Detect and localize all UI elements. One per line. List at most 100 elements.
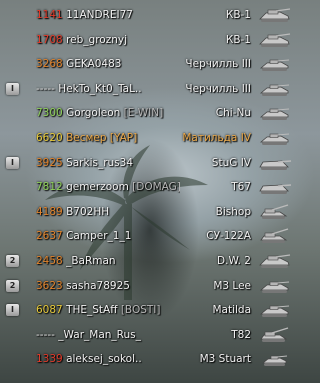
tank-name: StuG IV bbox=[211, 156, 251, 169]
player-name: GEKA0483 bbox=[66, 58, 122, 71]
player-row[interactable]: I 6087 THE_StAff [BOSTI] Matilda bbox=[0, 298, 298, 322]
player-info: ----- HekTo_Kt0_TaL.. bbox=[36, 77, 180, 101]
clan-tag: [BOSTI] bbox=[120, 304, 161, 317]
player-name: sasha78925 bbox=[66, 279, 130, 292]
player-rating: 2458 bbox=[36, 255, 63, 267]
player-info: 4189 B702HH bbox=[36, 200, 180, 224]
tank-name: M3 Stuart bbox=[199, 353, 251, 366]
player-rating: ----- bbox=[36, 82, 55, 95]
player-info: 3268 GEKA0483 bbox=[36, 52, 180, 76]
player-info: 2458 _BaRman bbox=[36, 249, 180, 273]
player-name: 11ANDREI77 bbox=[66, 9, 133, 21]
player-name: reb_groznyj bbox=[66, 33, 128, 46]
tank-name: Матильда IV bbox=[182, 132, 251, 144]
player-info: 3623 sasha78925 bbox=[36, 274, 180, 298]
player-rating: 1708 bbox=[36, 33, 63, 46]
player-info: ----- _War_Man_Rus_ bbox=[36, 323, 180, 347]
medium-tank-icon bbox=[258, 278, 292, 295]
player-info: 7300 Gorgoleon [E-WIN] bbox=[36, 101, 180, 125]
rank-badge-icon: I bbox=[6, 82, 19, 95]
team-roster: 1141 11ANDREI77 КВ-1 1708 reb_groznyj КВ-1 3… bbox=[0, 0, 298, 383]
player-info: 1141 11ANDREI77 bbox=[36, 3, 180, 27]
tank-name: СУ-122А bbox=[206, 230, 251, 243]
tank-name: D.W. 2 bbox=[217, 255, 251, 267]
player-info: 7812 gemerzoom [DOMAG] bbox=[36, 175, 180, 199]
player-rating: 1339 bbox=[36, 353, 63, 366]
player-rating: ----- bbox=[36, 328, 55, 341]
player-info: 1708 reb_groznyj bbox=[36, 28, 180, 52]
player-row[interactable]: 2 2458 _BaRman D.W. 2 bbox=[0, 249, 298, 273]
tank-name: Matilda bbox=[212, 304, 251, 317]
light-tank-icon bbox=[258, 351, 292, 368]
tank-name: Bishop bbox=[215, 205, 251, 218]
player-name: Весмер bbox=[66, 132, 107, 144]
player-row[interactable]: 2637 Camper_1_1 СУ-122А bbox=[0, 224, 298, 248]
tank-name: Черчилль III bbox=[185, 82, 251, 95]
medium-tank-icon bbox=[258, 302, 292, 319]
player-info: 3925 Sarkis_rus34 bbox=[36, 151, 180, 175]
tank-name: Chi-Nu bbox=[215, 107, 251, 120]
player-row[interactable]: 7300 Gorgoleon [E-WIN] Chi-Nu bbox=[0, 101, 298, 125]
player-rating: 6087 bbox=[36, 304, 63, 317]
medium-tank-icon bbox=[258, 105, 292, 122]
player-rating: 7300 bbox=[36, 107, 63, 120]
player-name: _War_Man_Rus_ bbox=[58, 328, 141, 341]
player-row[interactable]: ----- _War_Man_Rus_ T82 bbox=[0, 323, 298, 347]
player-row[interactable]: I ----- HekTo_Kt0_TaL.. Черчилль III bbox=[0, 77, 298, 101]
player-rating: 6620 bbox=[36, 132, 63, 144]
medium-tank-icon bbox=[258, 81, 292, 98]
spg-icon bbox=[258, 327, 292, 344]
player-name: _BaRman bbox=[66, 255, 116, 267]
rank-badge-icon: I bbox=[6, 156, 19, 169]
player-name: Sarkis_rus34 bbox=[66, 156, 134, 169]
player-name: aleksej_sokol.. bbox=[66, 353, 142, 366]
tank-name: M3 Lee bbox=[213, 279, 251, 292]
player-info: 1339 aleksej_sokol.. bbox=[36, 347, 180, 371]
player-name: Camper_1_1 bbox=[66, 230, 132, 243]
tank-name: КВ-1 bbox=[225, 9, 251, 21]
player-rating: 7812 bbox=[36, 181, 63, 194]
player-row[interactable]: 4189 B702HH Bishop bbox=[0, 200, 298, 224]
player-rating: 3623 bbox=[36, 279, 63, 292]
player-row[interactable]: 1708 reb_groznyj КВ-1 bbox=[0, 28, 298, 52]
player-name: B702HH bbox=[66, 205, 110, 218]
player-name: Gorgoleon bbox=[66, 107, 121, 120]
spg-icon bbox=[258, 228, 292, 245]
heavy-tank-icon bbox=[258, 7, 292, 24]
tank-name: T67 bbox=[231, 181, 251, 194]
player-row[interactable]: 1339 aleksej_sokol.. M3 Stuart bbox=[0, 347, 298, 371]
player-rating: 2637 bbox=[36, 230, 63, 243]
tank-name: КВ-1 bbox=[225, 33, 251, 46]
heavy-tank-icon bbox=[258, 253, 292, 270]
player-rating: 4189 bbox=[36, 205, 63, 218]
player-row[interactable]: I 3925 Sarkis_rus34 StuG IV bbox=[0, 151, 298, 175]
clan-tag: [YAP] bbox=[109, 132, 138, 144]
rank-badge-icon: 2 bbox=[6, 255, 19, 267]
player-rating: 3925 bbox=[36, 156, 63, 169]
heavy-tank-icon bbox=[258, 32, 292, 49]
player-name: HekTo_Kt0_TaL.. bbox=[58, 82, 142, 95]
player-name: THE_StAff bbox=[66, 304, 118, 317]
player-info: 2637 Camper_1_1 bbox=[36, 224, 180, 248]
player-row-self[interactable]: 6620 Весмер [YAP] Матильда IV bbox=[0, 126, 298, 150]
rank-badge-icon: I bbox=[6, 304, 19, 317]
tank-destroyer-icon bbox=[258, 179, 292, 196]
tank-name: Черчилль III bbox=[185, 58, 251, 71]
clan-tag: [E-WIN] bbox=[123, 107, 164, 120]
player-row[interactable]: 2 3623 sasha78925 M3 Lee bbox=[0, 274, 298, 298]
player-name: gemerzoom bbox=[66, 181, 129, 194]
spg-icon bbox=[258, 204, 292, 221]
tank-name: T82 bbox=[231, 328, 251, 341]
player-row[interactable]: 3268 GEKA0483 Черчилль III bbox=[0, 52, 298, 76]
medium-tank-icon bbox=[258, 130, 292, 147]
tank-destroyer-icon bbox=[258, 155, 292, 172]
player-row[interactable]: 1141 11ANDREI77 КВ-1 bbox=[0, 3, 298, 27]
player-rating: 1141 bbox=[36, 9, 63, 21]
player-info: 6620 Весмер [YAP] bbox=[36, 126, 180, 150]
clan-tag: [DOMAG] bbox=[132, 181, 180, 194]
rank-badge-icon: 2 bbox=[6, 279, 19, 292]
player-row[interactable]: 7812 gemerzoom [DOMAG] T67 bbox=[0, 175, 298, 199]
player-info: 6087 THE_StAff [BOSTI] bbox=[36, 298, 180, 322]
player-rating: 3268 bbox=[36, 58, 63, 71]
medium-tank-icon bbox=[258, 56, 292, 73]
